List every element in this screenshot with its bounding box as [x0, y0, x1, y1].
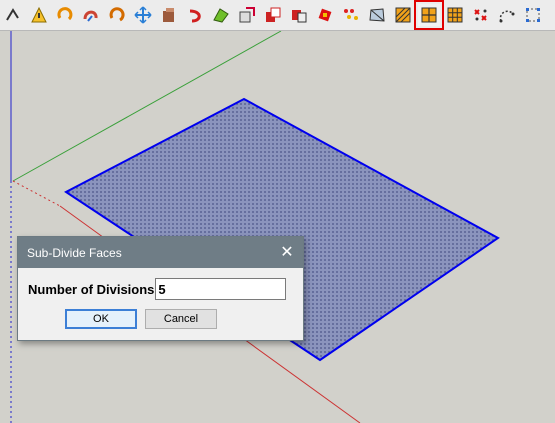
solid-subtract-icon[interactable] [288, 4, 310, 26]
divisions-row: Number of Divisions [28, 278, 287, 300]
dialog-titlebar: Sub-Divide Faces ✕ [18, 237, 303, 268]
divide-diagonal-icon[interactable] [392, 4, 414, 26]
cancel-button[interactable]: Cancel [145, 309, 217, 329]
move-cross-icon[interactable] [132, 4, 154, 26]
red-square-icon[interactable] [314, 4, 336, 26]
delete-vertices-icon[interactable] [470, 4, 492, 26]
orbit-icon[interactable] [106, 4, 128, 26]
circle-tool-icon[interactable] [2, 4, 24, 26]
warning-triangle-icon[interactable] [28, 4, 50, 26]
divisions-label: Number of Divisions [28, 281, 155, 297]
vertex-grid-icon[interactable] [522, 4, 544, 26]
rotate-arc-icon[interactable] [54, 4, 76, 26]
ok-button[interactable]: OK [65, 309, 137, 329]
sketchup-window: Sub-Divide Faces ✕ Number of Divisions O… [0, 0, 555, 423]
divisions-input[interactable] [155, 278, 287, 300]
undo-curve-icon[interactable] [184, 4, 206, 26]
red-axis-hidden [12, 180, 61, 207]
toolbar [0, 0, 555, 31]
push-pull-box-icon[interactable] [158, 4, 180, 26]
component-edit-icon[interactable] [236, 4, 258, 26]
subdivide-faces-icon[interactable] [414, 0, 444, 30]
arc-points-icon[interactable] [496, 4, 518, 26]
texture-plane-icon[interactable] [366, 4, 388, 26]
extrude-green-icon[interactable] [210, 4, 232, 26]
grid-faces-icon[interactable] [444, 4, 466, 26]
follow-me-icon[interactable] [80, 4, 102, 26]
vertex-pattern-icon[interactable] [340, 4, 362, 26]
subdivide-faces-dialog: Sub-Divide Faces ✕ Number of Divisions O… [17, 236, 304, 341]
solid-tools-red-icon[interactable] [262, 4, 284, 26]
dialog-title: Sub-Divide Faces [27, 245, 122, 260]
modeling-viewport[interactable] [0, 31, 555, 423]
close-icon[interactable]: ✕ [279, 244, 295, 261]
